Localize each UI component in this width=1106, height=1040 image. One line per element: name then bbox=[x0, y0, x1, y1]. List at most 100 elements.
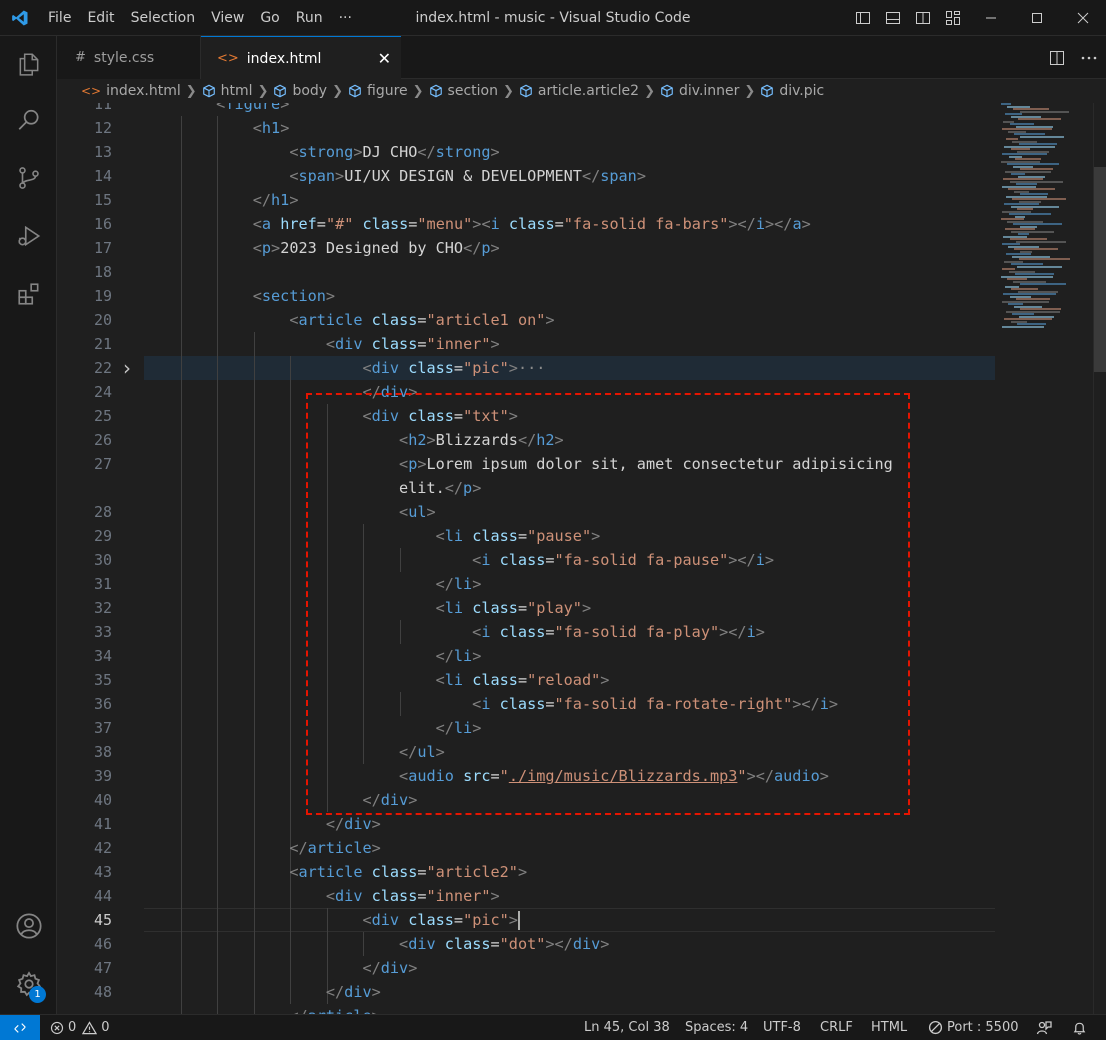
breadcrumb-item[interactable]: body bbox=[273, 83, 327, 99]
code-line[interactable]: 16 <a href="#" class="menu"><i class="fa… bbox=[57, 212, 997, 236]
code-line[interactable]: 14 <span>UI/UX DESIGN & DEVELOPMENT</spa… bbox=[57, 164, 997, 188]
code-line[interactable]: 15 </h1> bbox=[57, 188, 997, 212]
scrollbar-thumb[interactable] bbox=[1094, 167, 1106, 372]
line-number: 40 bbox=[93, 791, 112, 809]
code-line[interactable]: 40 </div> bbox=[57, 788, 997, 812]
problems-status[interactable]: 0 0 bbox=[50, 1015, 110, 1040]
menu-file[interactable]: File bbox=[40, 0, 79, 36]
code-line[interactable]: 35 <li class="reload"> bbox=[57, 668, 997, 692]
code-editor[interactable]: 11 <figure> 12 <h1> 13 <strong>DJ CHO</str… bbox=[57, 103, 1106, 1014]
feedback-icon[interactable] bbox=[1036, 1015, 1052, 1040]
menu-view[interactable]: View bbox=[203, 0, 252, 36]
explorer-icon[interactable] bbox=[0, 40, 57, 88]
code-line[interactable]: 45 <div class="pic"> bbox=[57, 908, 997, 932]
code-line[interactable]: 41 </div> bbox=[57, 812, 997, 836]
breadcrumb-item[interactable]: div.pic bbox=[760, 83, 824, 99]
code-line[interactable]: 19 <section> bbox=[57, 284, 997, 308]
code-line[interactable]: 36 <i class="fa-solid fa-rotate-right"><… bbox=[57, 692, 997, 716]
breadcrumb-item[interactable]: figure bbox=[348, 83, 408, 99]
code-line[interactable]: </article> bbox=[57, 1004, 997, 1014]
code-line[interactable]: 20 <article class="article1 on"> bbox=[57, 308, 997, 332]
customize-layout-icon[interactable] bbox=[938, 0, 968, 36]
manage-gear-icon[interactable]: 1 bbox=[0, 960, 57, 1008]
breadcrumb-item[interactable]: <> index.html bbox=[81, 83, 181, 99]
line-number: 47 bbox=[93, 959, 112, 977]
encoding-status[interactable]: UTF-8 bbox=[763, 1015, 801, 1040]
code-line[interactable]: 34 </li> bbox=[57, 644, 997, 668]
fold-chevron-icon[interactable]: › bbox=[123, 356, 131, 380]
vscode-logo-icon bbox=[0, 0, 40, 36]
toggle-secondary-sidebar-icon[interactable] bbox=[908, 0, 938, 36]
menu-selection[interactable]: Selection bbox=[123, 0, 204, 36]
code-line[interactable]: 33 <i class="fa-solid fa-play"></i> bbox=[57, 620, 997, 644]
code-line[interactable]: 42 </article> bbox=[57, 836, 997, 860]
breadcrumb-item[interactable]: article.article2 bbox=[519, 83, 639, 99]
code-line[interactable]: 22 › <div class="pic">··· bbox=[57, 356, 997, 380]
minimap[interactable] bbox=[997, 103, 1095, 343]
notifications-bell-icon[interactable] bbox=[1072, 1015, 1087, 1040]
code-line[interactable]: 47 </div> bbox=[57, 956, 997, 980]
code-line[interactable]: 37 </li> bbox=[57, 716, 997, 740]
breadcrumb-item[interactable]: html bbox=[202, 83, 253, 99]
tab-index-html[interactable]: <> index.html ✕ bbox=[201, 36, 401, 80]
run-debug-icon[interactable] bbox=[0, 212, 57, 260]
toggle-primary-sidebar-icon[interactable] bbox=[848, 0, 878, 36]
maximize-icon[interactable] bbox=[1014, 0, 1060, 36]
code-line[interactable]: 12 <h1> bbox=[57, 116, 997, 140]
code-line[interactable]: 11 <figure> bbox=[57, 103, 997, 116]
live-server-port[interactable]: Port : 5500 bbox=[928, 1015, 1019, 1040]
menu-go[interactable]: Go bbox=[252, 0, 287, 36]
code-line[interactable]: 18 bbox=[57, 260, 997, 284]
symbol-cube-icon bbox=[660, 84, 674, 98]
search-icon[interactable] bbox=[0, 96, 57, 144]
code-text: <article class="article2"> bbox=[289, 863, 528, 881]
line-number: 15 bbox=[93, 191, 112, 209]
code-line[interactable]: 43 <article class="article2"> bbox=[57, 860, 997, 884]
code-line[interactable]: 27 <p>Lorem ipsum dolor sit, amet consec… bbox=[57, 452, 997, 476]
close-window-icon[interactable] bbox=[1060, 0, 1106, 36]
cursor-position[interactable]: Ln 45, Col 38 bbox=[584, 1015, 670, 1040]
menu-run[interactable]: Run bbox=[288, 0, 331, 36]
code-line[interactable]: 39 <audio src="./img/music/Blizzards.mp3… bbox=[57, 764, 997, 788]
code-line[interactable]: 13 <strong>DJ CHO</strong> bbox=[57, 140, 997, 164]
indentation-status[interactable]: Spaces: 4 bbox=[685, 1015, 748, 1040]
menu-more[interactable]: ··· bbox=[331, 0, 360, 36]
code-line[interactable]: 38 </ul> bbox=[57, 740, 997, 764]
line-number: 37 bbox=[93, 719, 112, 737]
code-line[interactable]: 25 <div class="txt"> bbox=[57, 404, 997, 428]
code-line[interactable]: 32 <li class="play"> bbox=[57, 596, 997, 620]
code-line[interactable]: 17 <p>2023 Designed by CHO</p> bbox=[57, 236, 997, 260]
line-number: 19 bbox=[93, 287, 112, 305]
account-icon[interactable] bbox=[0, 902, 57, 950]
more-actions-icon[interactable] bbox=[1072, 40, 1106, 76]
close-tab-icon[interactable]: ✕ bbox=[378, 49, 391, 68]
source-control-icon[interactable] bbox=[0, 154, 57, 202]
code-line[interactable]: 29 <li class="pause"> bbox=[57, 524, 997, 548]
line-number: 14 bbox=[93, 167, 112, 185]
code-line[interactable]: 44 <div class="inner"> bbox=[57, 884, 997, 908]
code-line[interactable]: 21 <div class="inner"> bbox=[57, 332, 997, 356]
language-mode[interactable]: HTML bbox=[871, 1015, 907, 1040]
code-line[interactable]: 48 </div> bbox=[57, 980, 997, 1004]
line-number: 12 bbox=[93, 119, 112, 137]
extensions-icon[interactable] bbox=[0, 270, 57, 318]
code-line[interactable]: elit.</p> bbox=[57, 476, 997, 500]
code-line[interactable]: 46 <div class="dot"></div> bbox=[57, 932, 997, 956]
line-number: 31 bbox=[93, 575, 112, 593]
eol-status[interactable]: CRLF bbox=[820, 1015, 853, 1040]
split-editor-icon[interactable] bbox=[1042, 40, 1072, 76]
breadcrumb-item[interactable]: section bbox=[429, 83, 498, 99]
code-line[interactable]: 28 <ul> bbox=[57, 500, 997, 524]
minimize-icon[interactable] bbox=[968, 0, 1014, 36]
code-line[interactable]: 24 </div> bbox=[57, 380, 997, 404]
menu-edit[interactable]: Edit bbox=[79, 0, 122, 36]
toggle-panel-icon[interactable] bbox=[878, 0, 908, 36]
breadcrumb-item[interactable]: div.inner bbox=[660, 83, 739, 99]
code-line[interactable]: 31 </li> bbox=[57, 572, 997, 596]
remote-indicator-icon[interactable] bbox=[0, 1015, 40, 1040]
code-line[interactable]: 30 <i class="fa-solid fa-pause"></i> bbox=[57, 548, 997, 572]
error-count: 0 bbox=[68, 1020, 77, 1035]
minimap-line bbox=[1017, 118, 1061, 120]
tab-style-css[interactable]: # style.css bbox=[57, 36, 201, 79]
code-line[interactable]: 26 <h2>Blizzards</h2> bbox=[57, 428, 997, 452]
